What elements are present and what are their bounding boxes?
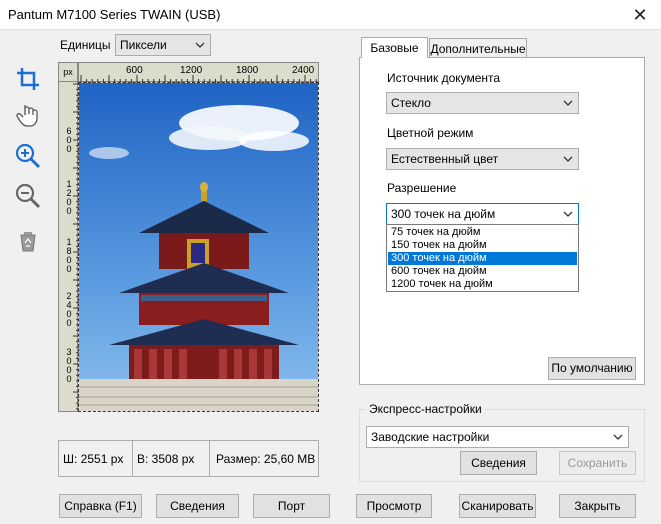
scan-button[interactable]: Сканировать xyxy=(459,494,536,518)
resolution-option[interactable]: 150 точек на дюйм xyxy=(388,239,577,252)
defaults-button[interactable]: По умолчанию xyxy=(548,357,636,380)
express-save-button[interactable]: Сохранить xyxy=(559,451,636,475)
close-window-icon[interactable]: ✕ xyxy=(629,4,651,26)
ruler-unit: px xyxy=(58,62,78,82)
crop-icon[interactable] xyxy=(14,65,42,93)
source-label: Источник документа xyxy=(387,71,501,85)
ruler-top: 600 1200 1800 2400 xyxy=(78,62,319,83)
color-mode-select[interactable]: Естественный цвет xyxy=(386,148,579,170)
chevron-down-icon xyxy=(613,434,623,440)
help-button[interactable]: Справка (F1) xyxy=(59,494,142,518)
ruler-left-tick: 2400 xyxy=(66,291,72,328)
ruler-left-tick: 3000 xyxy=(66,347,72,384)
ruler-top-tick: 1800 xyxy=(236,65,259,76)
window-title: Pantum M7100 Series TWAIN (USB) xyxy=(8,7,221,22)
resolution-option[interactable]: 1200 точек на дюйм xyxy=(388,278,577,291)
ruler-top-tick: 1200 xyxy=(180,65,203,76)
ruler-left: 600 1200 1800 2400 3000 xyxy=(58,82,79,412)
zoom-out-icon[interactable] xyxy=(14,182,42,210)
ruler-top-tick: 600 xyxy=(126,65,143,76)
resolution-select[interactable]: 300 точек на дюйм xyxy=(386,203,579,225)
resolution-option[interactable]: 75 точек на дюйм xyxy=(388,226,577,239)
image-width: Ш: 2551 px xyxy=(63,452,124,466)
resolution-option[interactable]: 600 точек на дюйм xyxy=(388,265,577,278)
color-mode-label: Цветной режим xyxy=(387,126,474,140)
ruler-left-tick: 1800 xyxy=(66,237,72,274)
resolution-value: 300 точек на дюйм xyxy=(391,207,496,221)
tab-basic[interactable]: Базовые xyxy=(361,37,428,58)
title-bar: Pantum M7100 Series TWAIN (USB) ✕ xyxy=(0,0,661,30)
express-info-button[interactable]: Сведения xyxy=(460,451,537,475)
preview-button[interactable]: Просмотр xyxy=(356,494,432,518)
image-size: Размер: 25,60 MB xyxy=(216,452,316,466)
color-mode-value: Естественный цвет xyxy=(391,152,499,166)
source-value: Стекло xyxy=(391,96,431,110)
express-settings-value: Заводские настройки xyxy=(371,430,490,444)
hand-pan-icon[interactable] xyxy=(14,101,42,129)
recycle-bin-icon[interactable] xyxy=(14,228,42,256)
zoom-in-icon[interactable] xyxy=(14,142,42,170)
units-select[interactable]: Пиксели xyxy=(115,34,211,56)
units-label: Единицы xyxy=(60,38,111,52)
ruler-left-tick: 1200 xyxy=(66,179,72,216)
chevron-down-icon xyxy=(563,100,573,106)
ruler-left-tick: 600 xyxy=(66,126,72,154)
tab-basic-label: Базовые xyxy=(370,41,419,55)
image-height: В: 3508 px xyxy=(137,452,195,466)
port-button[interactable]: Порт xyxy=(253,494,330,518)
ruler-top-tick: 2400 xyxy=(292,65,315,76)
tab-advanced-label: Дополнительные xyxy=(430,42,526,56)
units-value: Пиксели xyxy=(120,38,167,52)
resolution-label: Разрешение xyxy=(387,181,457,195)
resolution-option-selected[interactable]: 300 точек на дюйм xyxy=(388,252,577,265)
express-settings-title: Экспресс-настройки xyxy=(366,402,485,416)
chevron-down-icon xyxy=(195,42,205,48)
scan-preview-image[interactable] xyxy=(78,82,319,412)
resolution-dropdown-list: 75 точек на дюйм 150 точек на дюйм 300 т… xyxy=(386,224,579,292)
chevron-down-icon xyxy=(563,211,573,217)
info-button[interactable]: Сведения xyxy=(156,494,239,518)
source-select[interactable]: Стекло xyxy=(386,92,579,114)
express-settings-select[interactable]: Заводские настройки xyxy=(366,426,629,448)
chevron-down-icon xyxy=(563,156,573,162)
close-button[interactable]: Закрыть xyxy=(559,494,636,518)
image-info-box: Ш: 2551 px В: 3508 px Размер: 25,60 MB xyxy=(58,440,319,477)
